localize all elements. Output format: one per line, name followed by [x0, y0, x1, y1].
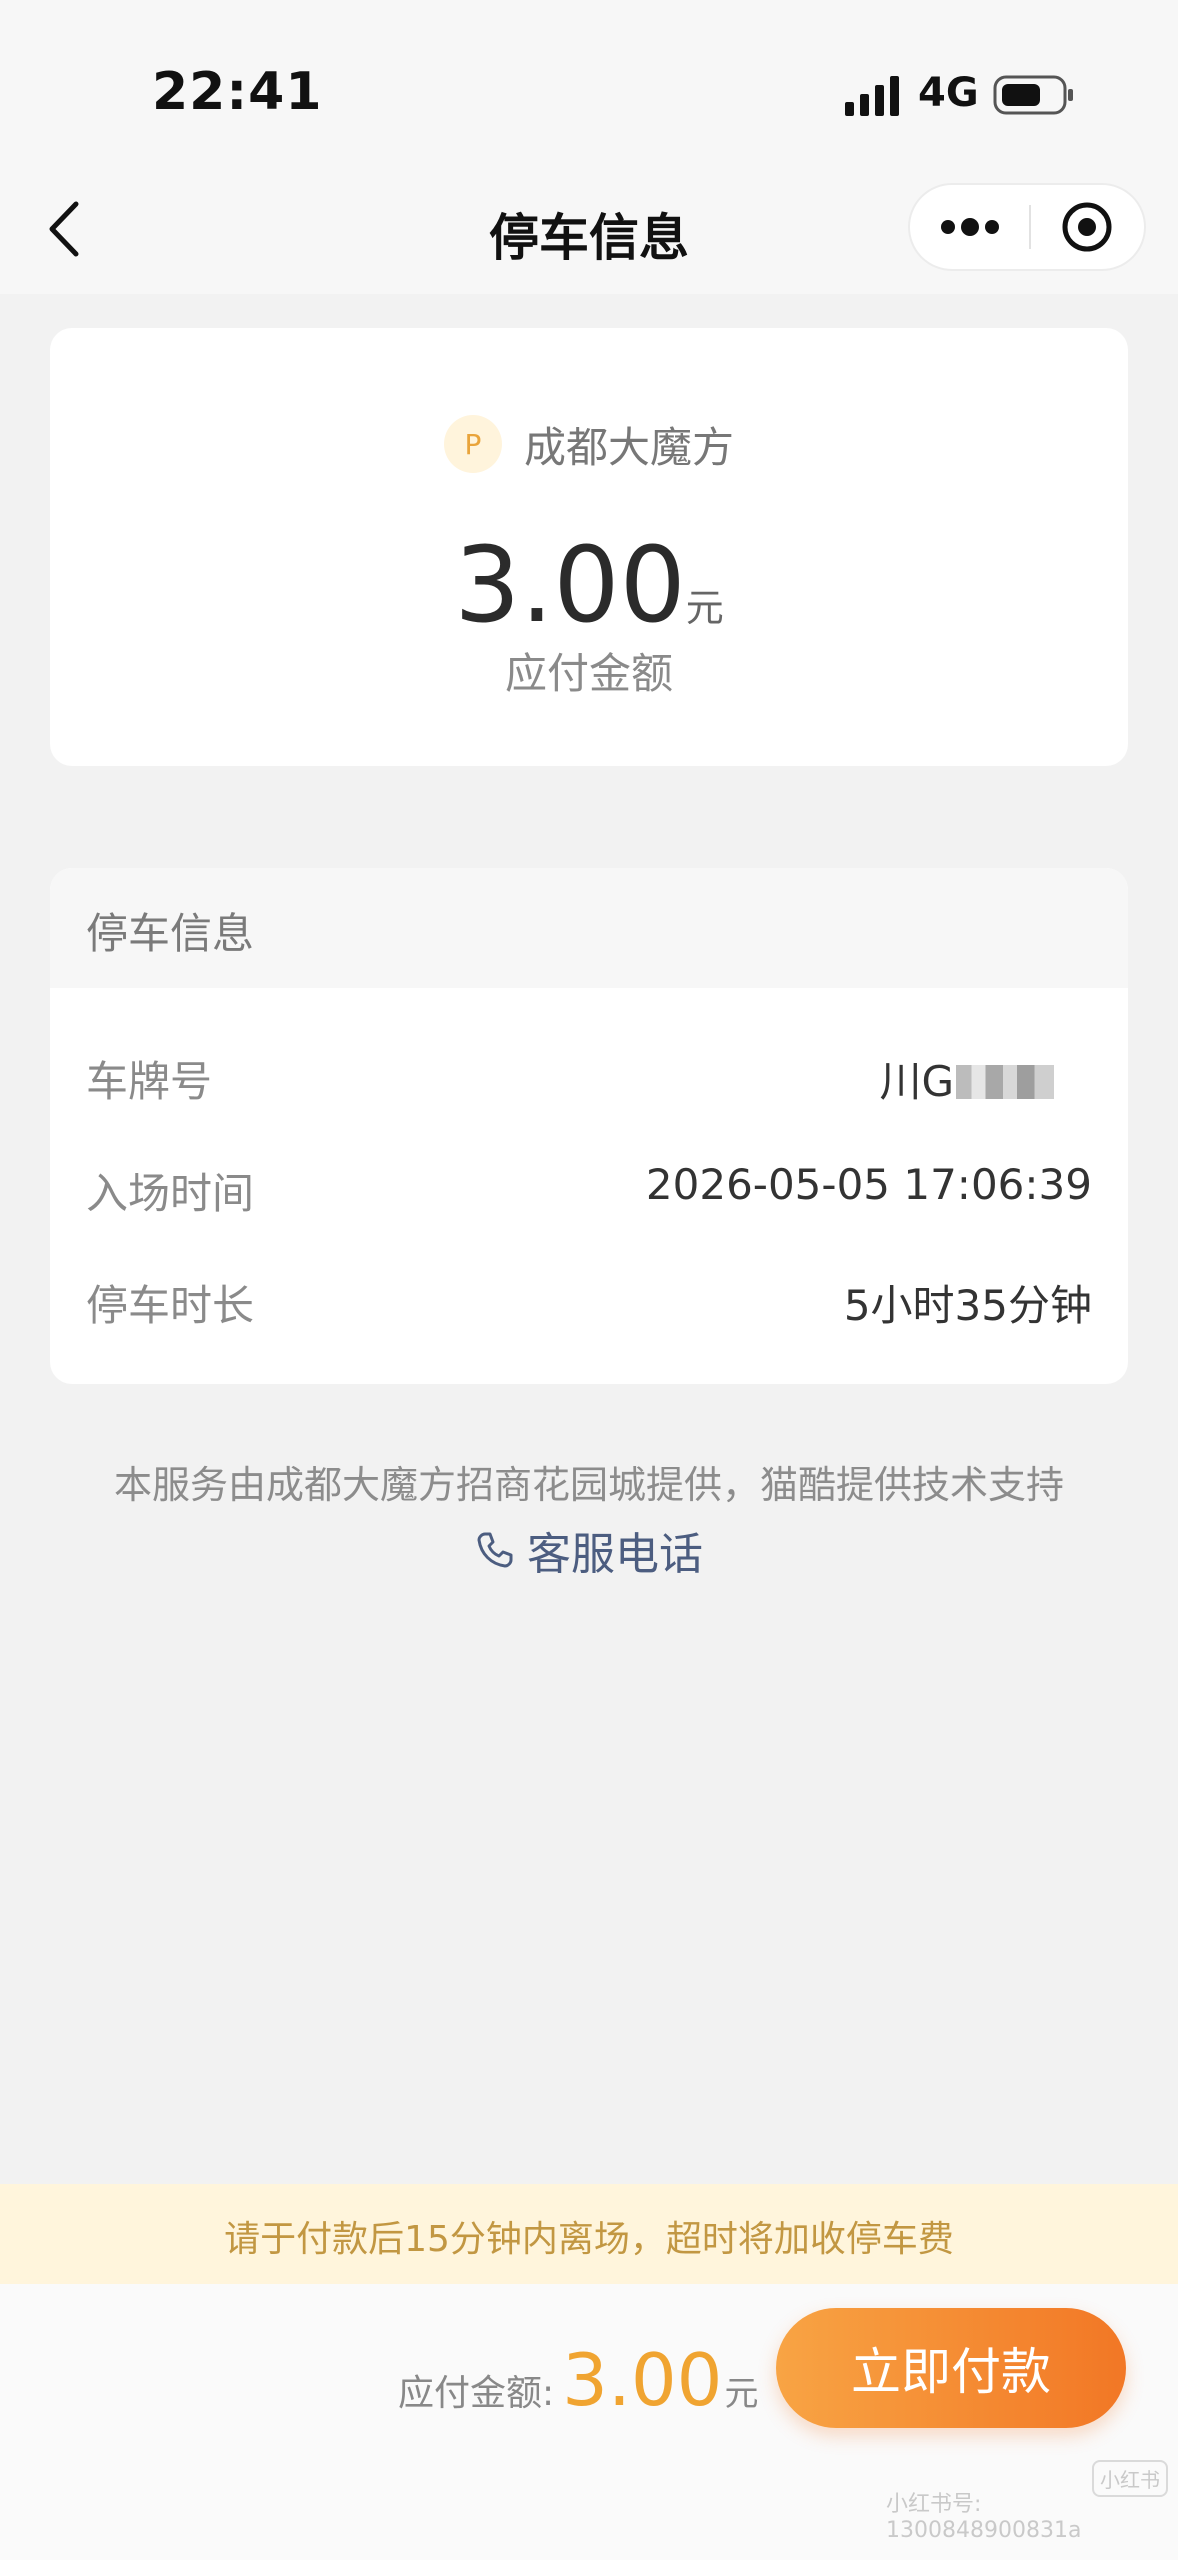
duration-value: 5小时35分钟 [843, 1281, 1092, 1330]
service-phone-label[interactable]: 客服电话 [527, 1518, 703, 1582]
amount-display: 3.00元 [50, 524, 1128, 646]
status-bar: 22:41 4G [0, 0, 1178, 170]
amount-card: P 成都大魔方 3.00元 应付金额 [50, 328, 1128, 766]
info-row-entry-time: 入场时间 2026-05-05 17:06:39 [86, 1160, 1092, 1220]
plate-redaction-mask [956, 1064, 1054, 1099]
payment-summary: 应付金额: 3.00 元 [398, 2338, 758, 2422]
status-time: 22:41 [152, 62, 323, 122]
amount-unit: 元 [685, 586, 724, 630]
plate-value: 川G [879, 1048, 1054, 1109]
duration-label: 停车时长 [86, 1281, 255, 1330]
info-card-header: 停车信息 [50, 868, 1128, 988]
amount-value: 3.00 [454, 524, 686, 646]
notice-bar: 请于付款后15分钟内离场，超时将加收停车费 [0, 2184, 1178, 2284]
mini-program-capsule [908, 183, 1146, 271]
signal-icon [845, 76, 899, 116]
battery-icon [993, 75, 1073, 115]
parking-lot-row: P 成都大魔方 [50, 412, 1128, 476]
pay-now-button[interactable]: 立即付款 [776, 2308, 1126, 2428]
watermark-text: 小红书号: 1300848900831a [886, 2492, 1082, 2543]
provider-note: 本服务由成都大魔方招商花园城提供，猫酷提供技术支持 [113, 1463, 1064, 1507]
entry-time-label: 入场时间 [86, 1169, 255, 1218]
nav-bar: 停车信息 [0, 170, 1178, 294]
payment-unit: 元 [724, 2374, 759, 2414]
payment-label: 应付金额: [398, 2373, 555, 2414]
plate-prefix: 川G [879, 1057, 954, 1106]
network-label: 4G [918, 70, 979, 116]
info-card-title: 停车信息 [86, 909, 255, 958]
info-row-duration: 停车时长 5小时35分钟 [86, 1272, 1092, 1332]
info-row-plate: 车牌号 川G [86, 1048, 1092, 1108]
parking-lot-name: 成都大魔方 [523, 422, 734, 472]
phone-icon [477, 1532, 513, 1568]
payment-amount: 3.00 [562, 2338, 723, 2422]
plate-label: 车牌号 [86, 1057, 213, 1106]
entry-time-value: 2026-05-05 17:06:39 [645, 1160, 1092, 1209]
service-phone-link[interactable]: 客服电话 [0, 1518, 1178, 1582]
target-close-icon[interactable] [1031, 185, 1146, 269]
notice-text: 请于付款后15分钟内离场，超时将加收停车费 [224, 2219, 954, 2260]
parking-info-card: 停车信息 车牌号 川G 入场时间 2026-05-05 17:06:39 停车时… [50, 868, 1128, 1384]
amount-label: 应付金额 [504, 649, 673, 698]
parking-lot-icon: P [443, 415, 502, 473]
more-dots-icon[interactable] [910, 185, 1029, 269]
